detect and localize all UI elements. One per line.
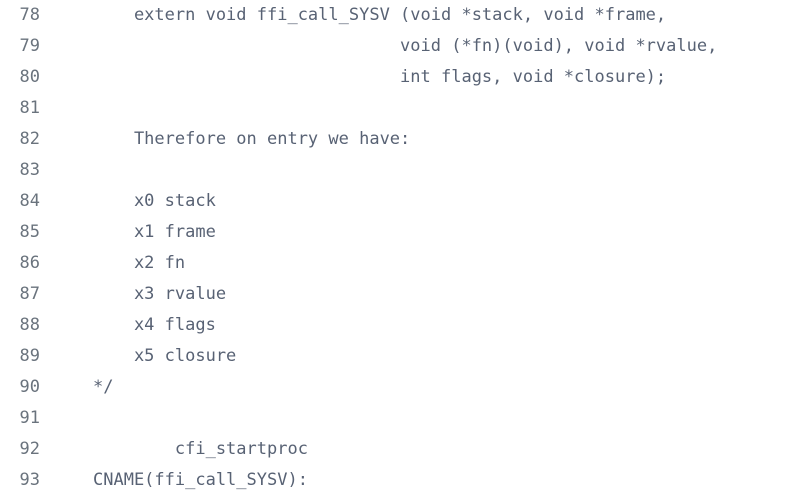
code-line: 80 int flags, void *closure);: [0, 62, 803, 93]
code-line: 88 x4 flags: [0, 310, 803, 341]
line-content[interactable]: x0 stack: [93, 186, 803, 217]
code-line: 91: [0, 403, 803, 434]
line-content[interactable]: extern void ffi_call_SYSV (void *stack, …: [93, 0, 803, 31]
code-line: 82 Therefore on entry we have:: [0, 124, 803, 155]
line-number[interactable]: 86: [0, 248, 40, 279]
code-line: 81: [0, 93, 803, 124]
line-number[interactable]: 84: [0, 186, 40, 217]
line-number[interactable]: 78: [0, 0, 40, 31]
line-number[interactable]: 83: [0, 155, 40, 186]
line-content[interactable]: x3 rvalue: [93, 279, 803, 310]
line-content[interactable]: x1 frame: [93, 217, 803, 248]
line-content[interactable]: int flags, void *closure);: [93, 62, 803, 93]
code-viewer[interactable]: 78 extern void ffi_call_SYSV (void *stac…: [0, 0, 803, 502]
code-line: 79 void (*fn)(void), void *rvalue,: [0, 31, 803, 62]
line-content[interactable]: cfi_startproc: [93, 434, 803, 465]
line-number[interactable]: 92: [0, 434, 40, 465]
line-content[interactable]: x4 flags: [93, 310, 803, 341]
line-content[interactable]: x2 fn: [93, 248, 803, 279]
line-number[interactable]: 79: [0, 31, 40, 62]
line-number[interactable]: 87: [0, 279, 40, 310]
line-number[interactable]: 81: [0, 93, 40, 124]
line-number[interactable]: 80: [0, 62, 40, 93]
code-line: 90 */: [0, 372, 803, 403]
code-line: 87 x3 rvalue: [0, 279, 803, 310]
code-line: 85 x1 frame: [0, 217, 803, 248]
code-line: 78 extern void ffi_call_SYSV (void *stac…: [0, 0, 803, 31]
line-number[interactable]: 89: [0, 341, 40, 372]
line-content[interactable]: x5 closure: [93, 341, 803, 372]
code-line: 93 CNAME(ffi_call_SYSV):: [0, 465, 803, 496]
line-number[interactable]: 85: [0, 217, 40, 248]
line-content[interactable]: Therefore on entry we have:: [93, 124, 803, 155]
code-line: 89 x5 closure: [0, 341, 803, 372]
line-number[interactable]: 91: [0, 403, 40, 434]
code-line: 83: [0, 155, 803, 186]
line-content[interactable]: void (*fn)(void), void *rvalue,: [93, 31, 803, 62]
code-line-list: 78 extern void ffi_call_SYSV (void *stac…: [0, 0, 803, 496]
code-line: 84 x0 stack: [0, 186, 803, 217]
code-line: 86 x2 fn: [0, 248, 803, 279]
line-content[interactable]: */: [93, 372, 803, 403]
line-content[interactable]: CNAME(ffi_call_SYSV):: [93, 465, 803, 496]
line-number[interactable]: 93: [0, 465, 40, 496]
line-number[interactable]: 82: [0, 124, 40, 155]
line-number[interactable]: 90: [0, 372, 40, 403]
code-line: 92 cfi_startproc: [0, 434, 803, 465]
line-number[interactable]: 88: [0, 310, 40, 341]
